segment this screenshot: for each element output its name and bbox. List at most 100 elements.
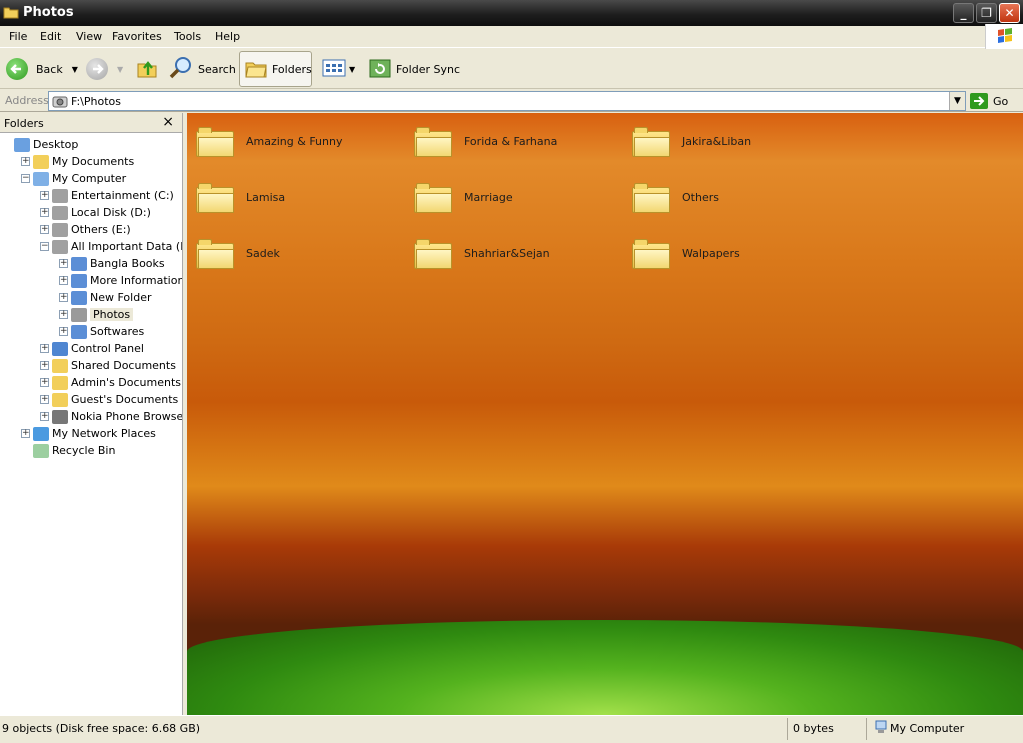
- folder-item[interactable]: Amazing & Funny: [196, 121, 343, 161]
- expand-icon[interactable]: +: [21, 157, 30, 166]
- camera-folder-icon: [71, 307, 87, 322]
- expand-icon[interactable]: +: [59, 310, 68, 319]
- tree-item-label: Control Panel: [71, 342, 144, 355]
- expand-icon[interactable]: +: [40, 208, 49, 217]
- folders-label: Folders: [272, 62, 312, 76]
- recycle-bin-icon: [33, 443, 49, 458]
- tree-item[interactable]: + Local Disk (D:): [40, 204, 151, 221]
- standard-toolbar: Back ▼ ▼ Search Folders ▼ Folder Sync: [0, 49, 1023, 89]
- menu-file[interactable]: File: [9, 30, 27, 43]
- folder-custom-icon: [71, 290, 87, 305]
- search-button[interactable]: Search: [168, 51, 236, 87]
- folder-label: Forida & Farhana: [464, 134, 558, 148]
- folder-item[interactable]: Shahriar&Sejan: [414, 233, 550, 273]
- folder-label: Jakira&Liban: [682, 134, 752, 148]
- folder-label: Walpapers: [682, 246, 740, 260]
- views-button[interactable]: ▼: [322, 51, 355, 87]
- expand-icon[interactable]: +: [40, 361, 49, 370]
- network-icon: [33, 426, 49, 441]
- expand-icon[interactable]: +: [59, 293, 68, 302]
- menu-favorites[interactable]: Favorites: [112, 30, 162, 43]
- expand-icon[interactable]: +: [59, 327, 68, 336]
- views-dropdown-icon[interactable]: ▼: [349, 65, 355, 74]
- tree-item[interactable]: + My Network Places: [21, 425, 156, 442]
- tree-item[interactable]: + Guest's Documents: [40, 391, 178, 408]
- expand-icon[interactable]: +: [40, 225, 49, 234]
- expand-icon[interactable]: +: [59, 276, 68, 285]
- forward-dropdown-icon[interactable]: ▼: [117, 65, 123, 74]
- tree-item[interactable]: + Control Panel: [40, 340, 144, 357]
- tree-item[interactable]: + Bangla Books: [59, 255, 165, 272]
- address-field[interactable]: F:\Photos ▼: [48, 91, 966, 111]
- tree-item-label: Desktop: [33, 138, 79, 151]
- go-label: Go: [993, 94, 1009, 108]
- tree-item-label: Admin's Documents: [71, 376, 182, 389]
- folder-item[interactable]: Jakira&Liban: [632, 121, 751, 161]
- close-button[interactable]: ✕: [999, 3, 1020, 23]
- folder-icon: [52, 375, 68, 390]
- menu-tools[interactable]: Tools: [174, 30, 201, 43]
- tree-item[interactable]: + Admin's Documents: [40, 374, 181, 391]
- folder-icon: [196, 181, 234, 213]
- background-hills: [187, 620, 1023, 715]
- tree-item[interactable]: + Softwares: [59, 323, 144, 340]
- folder-label: Sadek: [246, 246, 280, 260]
- tree-item[interactable]: + Shared Documents: [40, 357, 176, 374]
- folders-pane-header: Folders ×: [0, 113, 182, 133]
- folder-label: Amazing & Funny: [246, 134, 343, 148]
- close-pane-icon[interactable]: ×: [162, 114, 174, 130]
- menu-view[interactable]: View: [76, 30, 102, 43]
- tree-item[interactable]: Desktop: [2, 136, 78, 153]
- tree-item[interactable]: + Nokia Phone Browser: [40, 408, 182, 425]
- restore-button[interactable]: ❐: [976, 3, 997, 23]
- tree-item[interactable]: + My Documents: [21, 153, 134, 170]
- expand-icon[interactable]: +: [40, 344, 49, 353]
- tree-item[interactable]: − All Important Data (F:): [40, 238, 183, 255]
- folder-custom-icon: [71, 256, 87, 271]
- folder-item[interactable]: Marriage: [414, 177, 513, 217]
- tree-item[interactable]: + More Information: [59, 272, 182, 289]
- tree-item[interactable]: + New Folder: [59, 289, 151, 306]
- tree-item-label: My Network Places: [52, 427, 156, 440]
- folder-item[interactable]: Lamisa: [196, 177, 285, 217]
- folder-icon: [414, 237, 452, 269]
- tree-item[interactable]: + Photos: [59, 306, 134, 323]
- tree-item-label: All Important Data (F:): [71, 240, 183, 253]
- back-button[interactable]: Back ▼: [6, 51, 78, 87]
- tree-item[interactable]: Recycle Bin: [21, 442, 115, 459]
- go-arrow-icon: [970, 93, 988, 109]
- address-dropdown-icon[interactable]: ▼: [949, 92, 965, 110]
- folder-item[interactable]: Walpapers: [632, 233, 740, 273]
- forward-button[interactable]: ▼: [86, 51, 123, 87]
- folder-label: Lamisa: [246, 190, 286, 204]
- expand-icon[interactable]: +: [40, 395, 49, 404]
- go-button[interactable]: Go: [970, 92, 1008, 110]
- minimize-button[interactable]: _: [953, 3, 974, 23]
- menu-edit[interactable]: Edit: [40, 30, 61, 43]
- expand-icon[interactable]: +: [40, 378, 49, 387]
- collapse-icon[interactable]: −: [40, 242, 49, 251]
- folder-item[interactable]: Others: [632, 177, 719, 217]
- folder-item[interactable]: Sadek: [196, 233, 280, 273]
- back-dropdown-icon[interactable]: ▼: [72, 65, 78, 74]
- windows-logo-icon: [985, 24, 1023, 49]
- title-bar: Photos _ ❐ ✕: [0, 0, 1023, 26]
- collapse-icon[interactable]: −: [21, 174, 30, 183]
- desktop-icon: [14, 137, 30, 152]
- tree-item[interactable]: − My Computer: [21, 170, 126, 187]
- folders-button[interactable]: Folders: [239, 51, 312, 87]
- expand-icon[interactable]: +: [40, 412, 49, 421]
- address-bar: Address F:\Photos ▼ Go: [0, 90, 1023, 112]
- expand-icon[interactable]: +: [40, 191, 49, 200]
- expand-icon[interactable]: +: [21, 429, 30, 438]
- up-button[interactable]: [135, 51, 159, 87]
- folder-sync-button[interactable]: Folder Sync: [368, 51, 460, 87]
- folder-item[interactable]: Forida & Farhana: [414, 121, 557, 161]
- menu-help[interactable]: Help: [215, 30, 240, 43]
- tree-item[interactable]: + Others (E:): [40, 221, 131, 238]
- tree-item[interactable]: + Entertainment (C:): [40, 187, 174, 204]
- expand-icon[interactable]: +: [59, 259, 68, 268]
- drive-icon: [52, 222, 68, 237]
- my-computer-status-icon: [874, 720, 888, 737]
